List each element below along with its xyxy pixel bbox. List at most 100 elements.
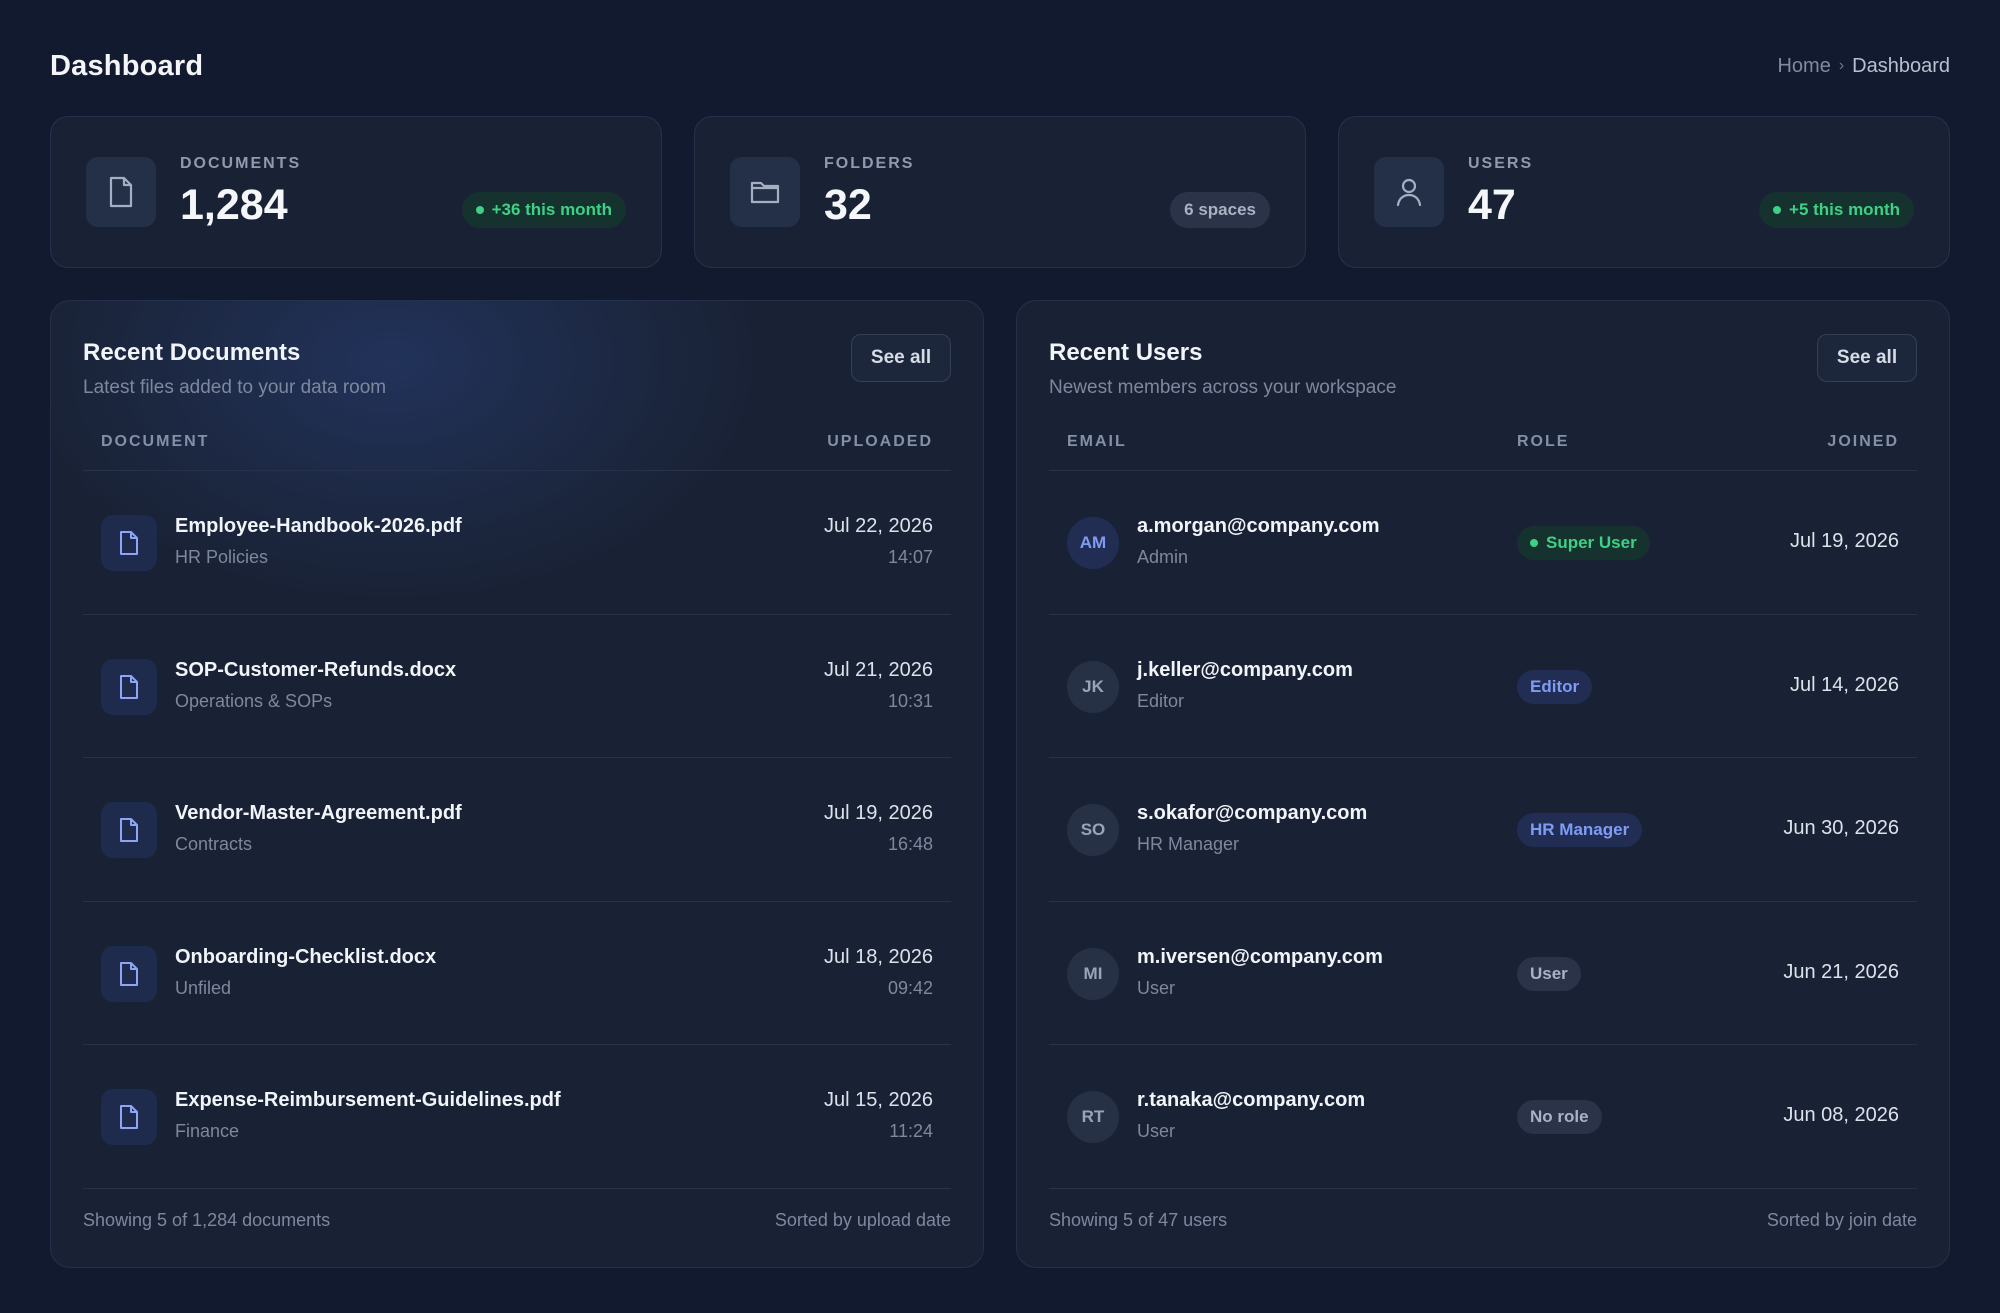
stat-card-folders: FOLDERS 32 6 spaces bbox=[694, 116, 1306, 268]
file-icon bbox=[101, 1089, 157, 1145]
document-folder: HR Policies bbox=[175, 547, 269, 567]
stat-card-documents: DOCUMENTS 1,284 +36 this month bbox=[50, 116, 662, 268]
joined-date: Jul 14, 2026 bbox=[1790, 673, 1899, 696]
table-row[interactable]: SO s.okafor@company.com HR Manager HR Ma… bbox=[1049, 758, 1917, 902]
role-badge: HR Manager bbox=[1517, 813, 1643, 847]
document-name[interactable]: Employee-Handbook-2026.pdf bbox=[175, 515, 462, 538]
user-icon bbox=[1374, 157, 1444, 227]
see-all-users-button[interactable]: See all bbox=[1817, 334, 1917, 382]
column-header-document: DOCUMENT bbox=[101, 433, 210, 450]
role-badge: User bbox=[1517, 956, 1581, 991]
upload-time: 10:31 bbox=[887, 690, 933, 711]
file-icon bbox=[101, 945, 157, 1002]
table-row[interactable]: Vendor-Master-Agreement.pdf Contracts Ju… bbox=[83, 758, 951, 902]
file-icon bbox=[101, 658, 157, 715]
user-email[interactable]: j.keller@company.com bbox=[1137, 659, 1353, 682]
breadcrumb: Home › Dashboard bbox=[1777, 55, 1950, 78]
see-all-documents-button[interactable]: See all bbox=[851, 334, 951, 382]
document-name[interactable]: SOP-Customer-Refunds.docx bbox=[175, 659, 456, 682]
stat-value: 32 bbox=[824, 181, 872, 229]
panel-footer: Showing 5 of 47 users Sorted by join dat… bbox=[1049, 1210, 1917, 1231]
role-badge-label: Super User bbox=[1546, 533, 1637, 552]
dashboard-page: Dashboard Home › Dashboard DOCUMENTS 1,2… bbox=[0, 0, 2000, 1313]
table-row[interactable]: Expense-Reimbursement-Guidelines.pdf Fin… bbox=[83, 1045, 951, 1189]
stat-spaces-text: 6 spaces bbox=[1184, 200, 1256, 219]
document-name[interactable]: Vendor-Master-Agreement.pdf bbox=[175, 802, 462, 825]
table-row[interactable]: AM a.morgan@company.com Admin Super User… bbox=[1049, 471, 1917, 615]
table-row[interactable]: JK j.keller@company.com Editor Editor Ju… bbox=[1049, 615, 1917, 758]
upload-date: Jul 15, 2026 bbox=[824, 1089, 933, 1111]
column-header-email: EMAIL bbox=[1067, 433, 1127, 450]
users-list: AM a.morgan@company.com Admin Super User… bbox=[1049, 471, 1917, 1189]
documents-list: Employee-Handbook-2026.pdf HR Policies J… bbox=[83, 471, 951, 1189]
avatar: MI bbox=[1067, 947, 1119, 1000]
showing-count: Showing 5 of 47 users bbox=[1049, 1210, 1228, 1230]
document-folder: Contracts bbox=[175, 834, 253, 854]
user-email[interactable]: m.iversen@company.com bbox=[1137, 946, 1383, 969]
panel-footer: Showing 5 of 1,284 documents Sorted by u… bbox=[83, 1210, 951, 1231]
stat-spaces-badge: 6 spaces bbox=[1170, 192, 1270, 228]
avatar: RT bbox=[1067, 1091, 1119, 1143]
document-icon bbox=[86, 157, 156, 227]
upload-date: Jul 22, 2026 bbox=[824, 515, 933, 537]
upload-date: Jul 21, 2026 bbox=[824, 658, 933, 681]
role-badge-label: Editor bbox=[1530, 676, 1580, 696]
role-badge-label: HR Manager bbox=[1530, 820, 1630, 839]
table-row[interactable]: RT r.tanaka@company.com User No role Jun… bbox=[1049, 1045, 1917, 1189]
table-row[interactable]: MI m.iversen@company.com User User Jun 2… bbox=[1049, 902, 1917, 1045]
stat-label: FOLDERS bbox=[824, 155, 915, 172]
user-subtitle: Editor bbox=[1137, 690, 1185, 711]
document-folder: Operations & SOPs bbox=[175, 690, 333, 711]
status-dot bbox=[1773, 206, 1782, 214]
table-row[interactable]: Onboarding-Checklist.docx Unfiled Jul 18… bbox=[83, 902, 951, 1045]
table-row[interactable]: SOP-Customer-Refunds.docx Operations & S… bbox=[83, 615, 951, 758]
role-badge-label: No role bbox=[1530, 1107, 1589, 1126]
joined-date: Jun 30, 2026 bbox=[1783, 817, 1899, 839]
document-folder: Unfiled bbox=[175, 977, 232, 998]
status-dot bbox=[1530, 539, 1538, 547]
panel-subtitle: Latest files added to your data room bbox=[83, 377, 387, 398]
avatar: SO bbox=[1067, 804, 1119, 856]
joined-date: Jun 21, 2026 bbox=[1783, 960, 1899, 983]
upload-date: Jul 19, 2026 bbox=[824, 802, 933, 824]
file-icon bbox=[101, 802, 157, 858]
column-header-role: ROLE bbox=[1517, 433, 1570, 450]
joined-date: Jun 08, 2026 bbox=[1783, 1104, 1899, 1126]
user-subtitle: User bbox=[1137, 1121, 1176, 1141]
page-header: Dashboard Home › Dashboard bbox=[50, 46, 1950, 86]
breadcrumb-current: Dashboard bbox=[1852, 54, 1950, 77]
table-row[interactable]: Employee-Handbook-2026.pdf HR Policies J… bbox=[83, 471, 951, 615]
stat-value: 1,284 bbox=[180, 181, 288, 229]
upload-time: 14:07 bbox=[887, 547, 933, 567]
recent-documents-panel: Recent Documents Latest files added to y… bbox=[50, 300, 984, 1268]
breadcrumb-home[interactable]: Home bbox=[1777, 55, 1830, 78]
upload-time: 16:48 bbox=[887, 834, 933, 854]
file-icon bbox=[101, 515, 157, 571]
column-header-uploaded: UPLOADED bbox=[827, 433, 933, 450]
recent-users-panel: Recent Users Newest members across your … bbox=[1016, 300, 1950, 1268]
upload-time: 09:42 bbox=[887, 977, 933, 998]
document-name[interactable]: Onboarding-Checklist.docx bbox=[175, 946, 436, 969]
stats-row: DOCUMENTS 1,284 +36 this month FOLDERS 3… bbox=[50, 116, 1950, 268]
table-header: EMAIL ROLE JOINED bbox=[1049, 431, 1917, 471]
stat-card-users: USERS 47 +5 this month bbox=[1338, 116, 1950, 268]
showing-count: Showing 5 of 1,284 documents bbox=[83, 1210, 331, 1230]
stat-trend-badge: +5 this month bbox=[1759, 192, 1914, 228]
user-email[interactable]: s.okafor@company.com bbox=[1137, 802, 1367, 825]
upload-date: Jul 18, 2026 bbox=[824, 945, 933, 968]
user-subtitle: Admin bbox=[1137, 547, 1189, 567]
joined-date: Jul 19, 2026 bbox=[1790, 530, 1899, 552]
user-email[interactable]: a.morgan@company.com bbox=[1137, 515, 1380, 538]
document-name[interactable]: Expense-Reimbursement-Guidelines.pdf bbox=[175, 1089, 561, 1112]
page-title: Dashboard bbox=[50, 49, 204, 82]
stat-trend-text: +5 this month bbox=[1789, 200, 1900, 219]
stat-trend-text: +36 this month bbox=[491, 200, 612, 219]
user-email[interactable]: r.tanaka@company.com bbox=[1137, 1089, 1365, 1112]
role-badge-label: User bbox=[1530, 963, 1568, 983]
table-header: DOCUMENT UPLOADED bbox=[83, 431, 951, 471]
folder-icon bbox=[730, 157, 800, 227]
sort-note: Sorted by upload date bbox=[774, 1210, 951, 1230]
document-folder: Finance bbox=[175, 1121, 240, 1141]
panel-title: Recent Documents bbox=[83, 339, 301, 366]
column-header-joined: JOINED bbox=[1827, 433, 1899, 450]
